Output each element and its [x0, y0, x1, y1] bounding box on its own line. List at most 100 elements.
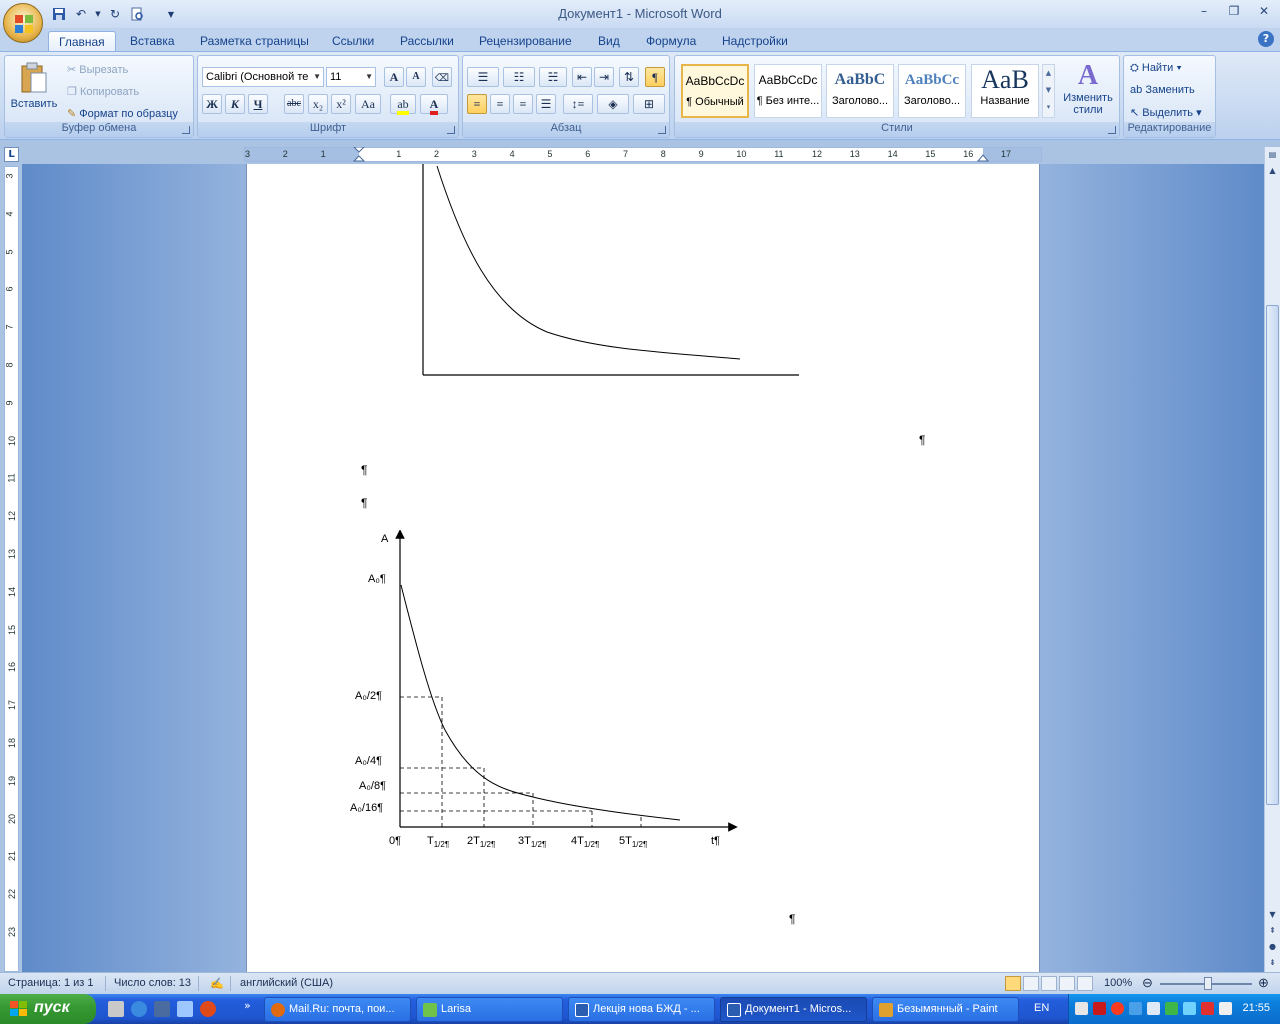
outline-view-button[interactable]: [1059, 976, 1075, 991]
line-spacing-button[interactable]: ↕≡: [563, 94, 593, 114]
vertical-scrollbar[interactable]: ▤ ▲ ▼ ⇞ ● ⇟: [1264, 147, 1280, 972]
increase-indent-button[interactable]: ⇥: [594, 67, 614, 87]
tab-view[interactable]: Вид: [588, 31, 630, 53]
copy-button[interactable]: ❐ Копировать: [67, 85, 139, 98]
minimize-button[interactable]: –: [1194, 4, 1214, 22]
draft-view-button[interactable]: [1077, 976, 1093, 991]
tray-icon-printer[interactable]: [1219, 1002, 1232, 1015]
clear-formatting-button[interactable]: ⌫: [432, 67, 452, 87]
styles-scroll[interactable]: ▲ ▼ ▾: [1042, 64, 1055, 118]
paragraph-launcher-icon[interactable]: [658, 126, 666, 134]
print-layout-view-button[interactable]: [1005, 976, 1021, 991]
tab-insert[interactable]: Вставка: [120, 31, 185, 53]
align-left-button[interactable]: ≡: [467, 94, 487, 114]
replace-button[interactable]: ab Заменить: [1130, 84, 1195, 96]
numbering-button[interactable]: ☷: [503, 67, 535, 87]
highlight-button[interactable]: ab: [390, 94, 416, 115]
taskbar-task-lecture[interactable]: Лекція нова БЖД - ...: [568, 997, 715, 1022]
scroll-down-icon[interactable]: ▼: [1265, 907, 1280, 923]
find-button[interactable]: ⛭ Найти ▾: [1130, 62, 1182, 75]
borders-button[interactable]: ⊞: [633, 94, 665, 114]
shading-button[interactable]: ◈: [597, 94, 629, 114]
taskbar-task-document1[interactable]: Документ1 - Micros...: [720, 997, 867, 1022]
language-indicator[interactable]: английский (США): [240, 977, 333, 989]
styles-launcher-icon[interactable]: [1108, 126, 1116, 134]
word-count[interactable]: Число слов: 13: [114, 977, 191, 989]
format-painter-button[interactable]: ✎ Формат по образцу: [67, 107, 178, 120]
help-icon[interactable]: ?: [1258, 31, 1274, 47]
zoom-level[interactable]: 100%: [1104, 977, 1132, 989]
underline-button[interactable]: Ч: [248, 94, 268, 114]
taskbar-task-paint[interactable]: Безымянный - Paint: [872, 997, 1019, 1022]
shrink-font-button[interactable]: A: [406, 67, 426, 87]
browse-object-icon[interactable]: ●: [1265, 939, 1280, 955]
internet-explorer-icon[interactable]: [131, 1001, 147, 1017]
cut-button[interactable]: ✂ Вырезать: [67, 63, 128, 76]
browser-icon[interactable]: [200, 1001, 216, 1017]
right-indent-marker-icon[interactable]: [977, 149, 989, 162]
subscript-button[interactable]: x₂: [308, 94, 328, 114]
superscript-button[interactable]: x²: [331, 94, 351, 114]
clipboard-launcher-icon[interactable]: [182, 126, 190, 134]
volume-icon[interactable]: [1147, 1002, 1160, 1015]
document-page[interactable]: ¶ ¶ ¶ A A₀¶ A₀/2¶ A₀/4¶ A₀/8¶ A₀/16¶ 0¶ …: [246, 164, 1040, 972]
style-heading-2[interactable]: AaBbCc Заголово...: [898, 64, 966, 118]
taskbar-task-mailru[interactable]: Mail.Ru: почта, пои...: [264, 997, 411, 1022]
full-screen-reading-view-button[interactable]: [1023, 976, 1039, 991]
tray-icon-network[interactable]: [1129, 1002, 1142, 1015]
show-desktop-icon[interactable]: [108, 1001, 124, 1017]
tab-formula[interactable]: Формула: [636, 31, 706, 53]
change-styles-button[interactable]: A Изменить стили: [1059, 60, 1117, 122]
tab-page-layout[interactable]: Разметка страницы: [190, 31, 319, 53]
grow-font-button[interactable]: A: [384, 67, 404, 87]
half-life-figure[interactable]: A A₀¶ A₀/2¶ A₀/4¶ A₀/8¶ A₀/16¶ 0¶ T1/2¶ …: [345, 530, 745, 856]
style-no-spacing[interactable]: AaBbCcDc ¶ Без инте...: [754, 64, 822, 118]
select-button[interactable]: ↖ Выделить ▾: [1130, 106, 1202, 119]
paste-button[interactable]: Вставить: [8, 59, 60, 119]
multilevel-list-button[interactable]: ☵: [539, 67, 567, 87]
previous-page-icon[interactable]: ⇞: [1265, 923, 1280, 939]
media-icon[interactable]: [154, 1001, 170, 1017]
tray-icon-opera[interactable]: [1111, 1002, 1124, 1015]
input-language-indicator[interactable]: EN: [1034, 1002, 1049, 1014]
proofing-icon[interactable]: ✍: [210, 977, 224, 990]
start-button[interactable]: пуск: [0, 994, 96, 1024]
taskbar-task-larisa[interactable]: Larisa: [416, 997, 563, 1022]
zoom-slider-thumb[interactable]: [1204, 977, 1212, 990]
sort-button[interactable]: ⇅: [619, 67, 639, 87]
italic-button[interactable]: К: [225, 94, 245, 114]
zoom-out-icon[interactable]: ⊖: [1142, 975, 1153, 991]
quick-launch-expand-icon[interactable]: »: [244, 999, 251, 1012]
font-launcher-icon[interactable]: [447, 126, 455, 134]
messenger-icon[interactable]: [177, 1001, 193, 1017]
indent-marker-icon[interactable]: [353, 147, 365, 162]
align-center-button[interactable]: ≡: [490, 94, 510, 114]
justify-button[interactable]: ☰: [536, 94, 556, 114]
page-count[interactable]: Страница: 1 из 1: [8, 977, 94, 989]
tray-icon-pdf[interactable]: [1093, 1002, 1106, 1015]
close-button[interactable]: ✕: [1254, 4, 1274, 22]
bold-button[interactable]: Ж: [202, 94, 222, 114]
change-case-button[interactable]: Aa: [355, 94, 381, 114]
style-title[interactable]: AaB Название: [971, 64, 1039, 118]
font-size-select[interactable]: 11 ▼: [326, 67, 376, 87]
tab-home[interactable]: Главная: [48, 31, 116, 53]
restore-button[interactable]: ❐: [1224, 4, 1244, 22]
font-color-button[interactable]: A: [420, 94, 448, 115]
next-page-icon[interactable]: ⇟: [1265, 955, 1280, 971]
ruler-toggle-icon[interactable]: ▤: [1265, 147, 1280, 163]
horizontal-ruler[interactable]: 3 2 1 1 2 3 4 5 6 7 8 9 10 11 12 13 14 15 16 17: [244, 147, 1042, 162]
font-name-select[interactable]: Calibri (Основной те ▼: [202, 67, 324, 87]
scroll-up-icon[interactable]: ▲: [1265, 163, 1280, 179]
tray-icon-connection[interactable]: [1183, 1002, 1196, 1015]
tray-icon-window[interactable]: [1075, 1002, 1088, 1015]
scroll-thumb[interactable]: [1266, 305, 1279, 805]
safely-remove-hardware-icon[interactable]: [1201, 1002, 1214, 1015]
web-layout-view-button[interactable]: [1041, 976, 1057, 991]
decrease-indent-button[interactable]: ⇤: [572, 67, 592, 87]
style-heading-1[interactable]: AaBbC Заголово...: [826, 64, 894, 118]
tab-addins[interactable]: Надстройки: [712, 31, 798, 53]
vertical-ruler[interactable]: 3 4 5 6 7 8 9 10 11 12 13 14 15 16 17 18 19 20 21 22 23: [4, 166, 19, 972]
show-formatting-button[interactable]: ¶: [645, 67, 665, 87]
tab-selector-button[interactable]: L: [4, 147, 19, 162]
